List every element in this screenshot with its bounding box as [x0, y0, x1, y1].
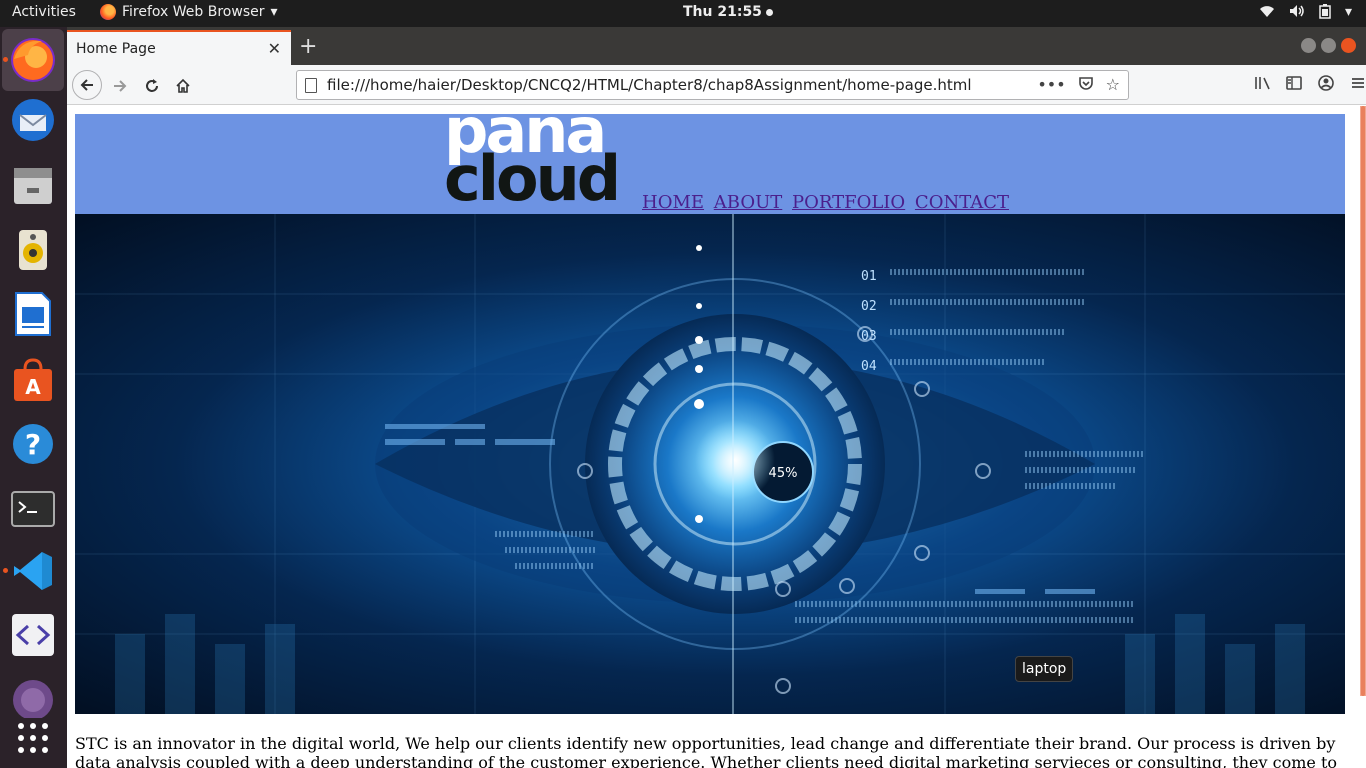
running-indicator — [3, 57, 8, 62]
reload-button[interactable] — [138, 72, 166, 100]
tab-strip: Home Page ✕ + — [67, 27, 1366, 65]
reload-icon — [146, 79, 158, 92]
close-window-button[interactable] — [1341, 38, 1356, 53]
firefox-icon — [100, 4, 116, 20]
svg-text:A: A — [25, 375, 41, 399]
code-editor-icon — [12, 614, 54, 656]
chevron-down-icon: ▾ — [270, 4, 278, 20]
dock-vscode[interactable] — [10, 548, 56, 594]
grid-icon — [18, 723, 48, 753]
dock-rhythmbox[interactable] — [10, 227, 56, 273]
battery-icon — [1319, 4, 1331, 23]
writer-icon — [15, 292, 51, 336]
dock-help[interactable]: ? — [10, 421, 56, 467]
tab-title: Home Page — [76, 41, 156, 57]
more-actions-icon[interactable]: ••• — [1037, 75, 1065, 95]
logo-word-bottom: cloud — [444, 142, 621, 210]
nav-link-contact[interactable]: CONTACT — [915, 192, 1009, 213]
account-icon[interactable] — [1318, 75, 1334, 95]
running-indicator — [3, 568, 8, 573]
dock-code-editor[interactable] — [10, 612, 56, 658]
arrow-left-icon — [80, 79, 93, 91]
dock-files[interactable] — [10, 162, 56, 208]
dock-thunderbird[interactable] — [10, 97, 56, 143]
url-actions: ••• ☆ — [1037, 75, 1120, 95]
clock[interactable]: Thu 21:55 — [683, 4, 773, 20]
site-header: pana cloud HOME ABOUT PORTFOLIO CONTACT — [75, 114, 1345, 214]
hero-row-label: 04 — [861, 359, 877, 374]
dock-github[interactable] — [10, 672, 56, 720]
wifi-icon — [1259, 4, 1275, 23]
system-tray[interactable]: ▾ — [1259, 4, 1352, 23]
hamburger-menu-icon[interactable] — [1350, 75, 1366, 95]
url-bar[interactable]: file:///home/haier/Desktop/CNCQ2/HTML/Ch… — [296, 70, 1129, 100]
files-icon — [14, 168, 52, 204]
help-icon: ? — [13, 424, 53, 464]
tab-home-page[interactable]: Home Page ✕ — [67, 30, 291, 65]
system-top-bar: Activities Firefox Web Browser ▾ Thu 21:… — [0, 0, 1366, 27]
back-button[interactable] — [72, 70, 102, 100]
hero-eye-graphic: 45% 01 02 03 04 — [75, 214, 1345, 714]
hero-row-label: 02 — [861, 299, 877, 314]
hero-image: 45% 01 02 03 04 laptop — [75, 214, 1345, 714]
volume-icon — [1289, 4, 1305, 23]
scrollbar-thumb[interactable] — [1361, 106, 1365, 696]
library-icon[interactable] — [1254, 75, 1272, 95]
terminal-icon — [11, 491, 55, 527]
dock-writer[interactable] — [10, 291, 56, 337]
forward-button[interactable] — [106, 72, 134, 100]
github-icon — [13, 680, 53, 720]
page-scrollbar[interactable] — [1360, 106, 1366, 696]
arrow-right-icon — [114, 80, 127, 92]
chevron-down-icon: ▾ — [1344, 4, 1352, 20]
bookmark-star-icon[interactable]: ☆ — [1106, 75, 1120, 95]
close-icon[interactable]: ✕ — [268, 39, 281, 58]
site-nav: HOME ABOUT PORTFOLIO CONTACT — [642, 192, 1013, 213]
toolbar-right — [1226, 65, 1366, 105]
intro-paragraph: STC is an innovator in the digital world… — [75, 734, 1338, 768]
show-applications-button[interactable] — [10, 715, 56, 761]
thunderbird-icon — [12, 99, 54, 141]
url-text[interactable]: file:///home/haier/Desktop/CNCQ2/HTML/Ch… — [327, 76, 972, 94]
dock-firefox[interactable] — [2, 29, 64, 91]
app-menu-label: Firefox Web Browser — [122, 4, 265, 20]
speaker-icon — [19, 230, 47, 270]
app-menu[interactable]: Firefox Web Browser ▾ — [100, 4, 278, 20]
hero-row-label: 01 — [861, 269, 877, 284]
dock-software[interactable]: A — [10, 357, 56, 403]
pocket-icon[interactable] — [1078, 75, 1094, 95]
page-viewport[interactable]: pana cloud HOME ABOUT PORTFOLIO CONTACT — [67, 106, 1366, 768]
new-tab-button[interactable]: + — [299, 34, 317, 59]
dock: A ? — [0, 27, 67, 768]
sidebar-icon[interactable] — [1286, 75, 1302, 95]
home-icon — [176, 78, 190, 93]
nav-toolbar: file:///home/haier/Desktop/CNCQ2/HTML/Ch… — [67, 65, 1366, 105]
dock-terminal[interactable] — [10, 486, 56, 532]
firefox-icon — [11, 38, 55, 82]
nav-link-home[interactable]: HOME — [642, 192, 704, 213]
home-button[interactable] — [169, 72, 197, 100]
vscode-icon — [14, 552, 52, 590]
hero-image-tooltip: laptop — [1015, 656, 1074, 682]
nav-link-portfolio[interactable]: PORTFOLIO — [792, 192, 905, 213]
software-center-icon: A — [14, 358, 52, 401]
notification-dot — [765, 8, 773, 16]
page-icon — [305, 78, 317, 93]
site-logo[interactable]: pana cloud — [444, 114, 636, 210]
clock-label: Thu 21:55 — [683, 4, 762, 20]
activities-button[interactable]: Activities — [12, 4, 76, 20]
svg-text:?: ? — [25, 428, 41, 461]
nav-link-about[interactable]: ABOUT — [714, 192, 783, 213]
minimize-button[interactable] — [1301, 38, 1316, 53]
maximize-button[interactable] — [1321, 38, 1336, 53]
